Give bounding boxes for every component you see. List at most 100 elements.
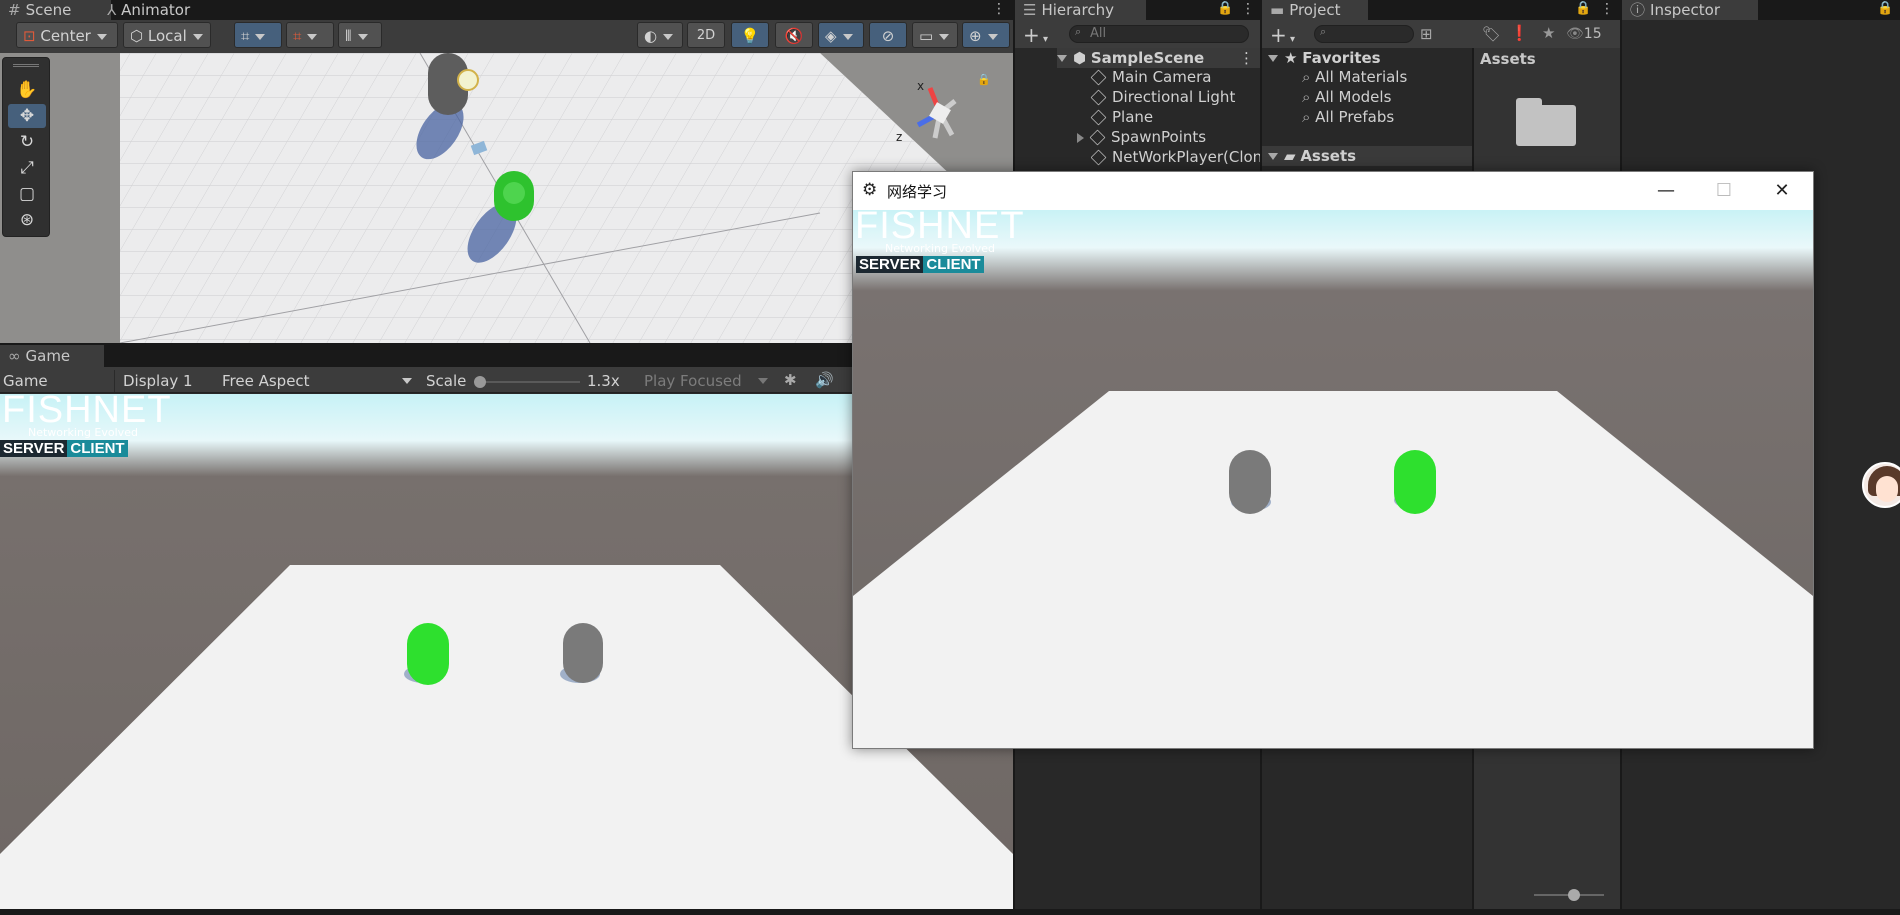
search-icon: ⌕ [1302,68,1316,86]
favorite-item[interactable]: ⌕ All Prefabs [1302,107,1394,127]
hidden-packages-counter[interactable]: 👁15 [1566,26,1602,42]
aspect-dropdown[interactable]: Free Aspect [218,370,418,392]
hierarchy-item[interactable]: SpawnPoints [1077,127,1206,147]
maximize-icon: ☐ [1715,180,1733,201]
grid-snap-button[interactable]: ⌗ [234,22,282,48]
search-by-type-icon[interactable]: ⊞ [1420,25,1433,43]
folder-tab-icon: ▬ [1270,1,1285,19]
scale-tool[interactable]: ⤢ [8,156,46,180]
maximize-button[interactable]: ☐ [1695,172,1753,210]
hierarchy-item[interactable]: Directional Light [1090,87,1235,107]
effects-dropdown[interactable]: ◈ [818,22,864,48]
pivot-label: Center [40,27,91,45]
scene-root-row[interactable]: ⬢ SampleScene ⋮ [1057,48,1260,68]
favorites-row[interactable]: ★ Favorites [1268,48,1381,68]
build-view-render [853,210,1813,748]
search-icon: ⌕ [1320,25,1327,38]
grid-visibility-button[interactable]: ⦀ [338,22,382,48]
tab-animator[interactable]: ⅄ Animator [99,0,215,20]
gameobject-cube-icon [1091,149,1107,166]
local-cube-icon: ⬡ [130,27,144,45]
grid-icon: # [8,1,21,19]
window-titlebar[interactable]: ⚙ 网络学习 — ☐ ✕ [853,172,1813,210]
asset-zoom-thumb[interactable] [1568,889,1580,901]
unity-app-icon: ⚙ [862,180,878,200]
project-lock-icon[interactable]: 🔒 [1575,1,1591,16]
hierarchy-item[interactable]: Plane [1090,107,1153,127]
assets-folder-icon[interactable] [1516,98,1576,146]
rect-tool[interactable]: ▢ [8,182,46,206]
scale-slider-thumb[interactable] [474,376,486,388]
tab-scene[interactable]: # Scene [0,0,111,20]
game-view-dropdown[interactable]: Game [0,370,115,392]
scene-menu-icon[interactable]: ⋮ [1239,48,1254,68]
favorite-item[interactable]: ⌕ All Materials [1302,67,1407,87]
rotate-tool[interactable]: ↻ [8,130,46,154]
fishnet-mode-badges: SERVER CLIENT [0,439,128,457]
avatar-face [1876,476,1898,502]
transform-tool[interactable]: ⊛ [8,208,46,232]
tools-palette: ✋ ✥ ↻ ⤢ ▢ ⊛ [2,57,50,237]
audio-mute-icon: 🔇 [784,27,804,45]
chevron-down-icon [987,33,998,40]
inspector-lock-icon[interactable]: 🔒 [1877,1,1893,16]
build-viewport[interactable]: FISHNET Networking Evolved SERVER CLIENT [853,210,1813,748]
search-by-label-icon[interactable]: 🏷 [1482,25,1501,43]
gizmo-lock-icon[interactable]: 🔒 [977,73,991,86]
speaker-icon[interactable]: 🔊 [815,371,834,389]
project-add-button[interactable]: + ▾ [1270,23,1295,47]
close-button[interactable]: ✕ [1753,172,1811,210]
chevron-down-icon: ▾ [1286,34,1295,45]
space-dropdown[interactable]: ⬡ Local [123,22,211,48]
search-icon: ⌕ [1075,25,1082,38]
tab-project[interactable]: ▬ Project [1262,0,1368,20]
hierarchy-add-button[interactable]: + ▾ [1023,23,1048,47]
gizmos-dropdown[interactable]: ⊕ [962,22,1010,48]
assets-folder-row[interactable]: ▰ Assets [1262,146,1478,166]
hierarchy-lock-icon[interactable]: 🔒 [1217,1,1233,16]
hierarchy-menu-icon[interactable]: ⋮ [1241,1,1255,17]
tab-animator-label: Animator [121,1,191,19]
asset-zoom-slider[interactable] [1534,889,1604,901]
hierarchy-item[interactable]: Main Camera [1090,67,1211,87]
draw-mode-dropdown[interactable]: ◐ [637,22,683,48]
tab-game[interactable]: ∞ Game [0,345,104,367]
chevron-down-icon [255,33,266,40]
tab-inspector[interactable]: ⓘ Inspector [1622,0,1758,20]
client-badge: CLIENT [923,256,984,273]
scale-value: 1.3x [587,372,620,390]
gamepad-icon: ∞ [8,347,21,365]
palette-drag-handle[interactable] [13,64,39,67]
2d-toggle[interactable]: 2D [687,22,725,48]
hierarchy-search-input[interactable]: All [1069,25,1249,43]
play-mode-dropdown[interactable]: Play Focused [638,370,772,392]
project-search-input[interactable] [1314,25,1414,43]
camera-settings-dropdown[interactable]: ▭ [912,22,958,48]
scene-visibility-toggle[interactable]: ⊘ [869,22,907,48]
minimize-button[interactable]: — [1637,172,1695,210]
move-tool[interactable]: ✥ [8,104,46,128]
avatar[interactable] [1862,462,1900,508]
display-dropdown[interactable]: Display 1 [118,370,216,407]
gameobject-cube-icon [1090,69,1107,86]
chevron-down-icon [402,378,412,384]
lighting-toggle[interactable]: 💡 [731,22,769,48]
scale-slider[interactable] [474,376,580,388]
move-arrows-icon: ✥ [19,106,35,126]
hand-tool[interactable]: ✋ [8,78,46,102]
search-icon: ⌕ [1302,88,1316,106]
tab-hierarchy[interactable]: ☰ Hierarchy [1015,0,1146,20]
audio-toggle[interactable]: 🔇 [775,22,813,48]
chevron-down-icon [192,33,203,40]
favorite-item[interactable]: ⌕ All Models [1302,87,1391,107]
increment-snap-button[interactable]: ⌗ [286,22,334,48]
pivot-dropdown[interactable]: ⊡ Center [16,22,118,48]
server-badge: SERVER [856,256,924,273]
play-mode-label: Play Focused [644,372,742,390]
hierarchy-item[interactable]: NetWorkPlayer(Clon [1091,147,1260,167]
favorite-star-icon[interactable]: ★ [1542,24,1555,42]
bug-icon[interactable]: ✱ [784,371,797,389]
project-menu-icon[interactable]: ⋮ [1600,1,1614,17]
console-warning-icon[interactable]: ❗ [1510,24,1529,42]
scene-menu-icon[interactable]: ⋮ [992,1,1006,17]
